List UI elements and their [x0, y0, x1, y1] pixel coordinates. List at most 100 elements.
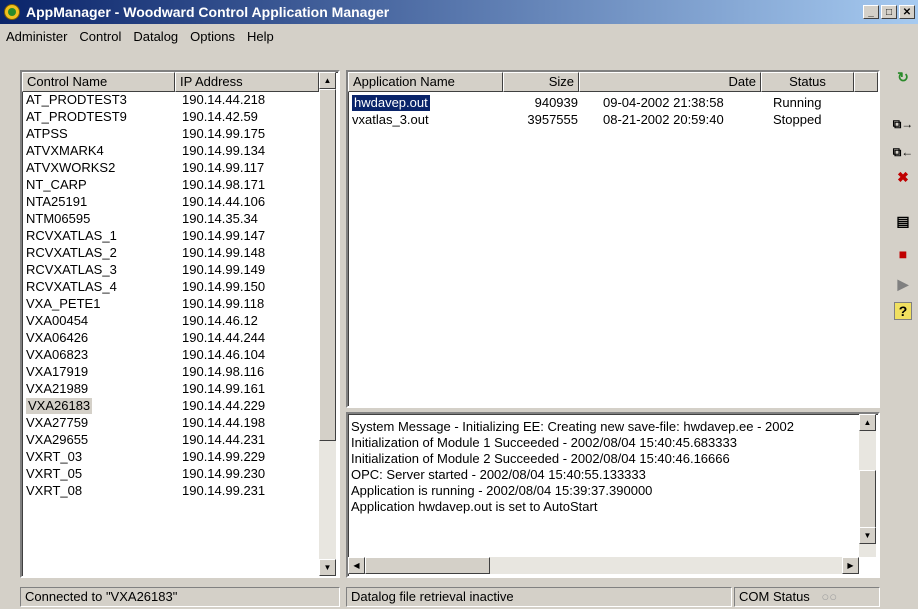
ip-address-cell[interactable]: 190.14.99.147 — [182, 228, 265, 244]
column-header-status[interactable]: Status — [761, 72, 854, 92]
ip-address-cell[interactable]: 190.14.44.198 — [182, 415, 265, 431]
message-log-vscroll[interactable]: ▲ ▼ — [859, 414, 876, 557]
control-name-cell[interactable]: RCVXATLAS_4 — [26, 279, 117, 295]
ip-address-cell[interactable]: 190.14.44.231 — [182, 432, 265, 448]
control-name-cell[interactable]: ATPSS — [26, 126, 68, 142]
ip-address-cell[interactable]: 190.14.99.175 — [182, 126, 265, 142]
menu-options[interactable]: Options — [184, 29, 241, 44]
ip-address-cell[interactable]: 190.14.44.244 — [182, 330, 265, 346]
ip-address-cell[interactable]: 190.14.35.34 — [182, 211, 258, 227]
minimize-button[interactable]: _ — [863, 5, 879, 19]
ip-address-cell[interactable]: 190.14.98.116 — [182, 364, 264, 380]
control-name-cell[interactable]: VXA06426 — [26, 330, 88, 346]
scroll-up-button[interactable]: ▲ — [859, 414, 876, 431]
control-name-cell[interactable]: VXA27759 — [26, 415, 88, 431]
scroll-thumb[interactable] — [319, 89, 336, 441]
upload-application-icon[interactable]: ⧉→ — [892, 113, 914, 135]
application-date-cell[interactable]: 08-21-2002 20:59:40 — [603, 112, 724, 128]
control-name-cell[interactable]: VXA00454 — [26, 313, 88, 329]
scroll-right-button[interactable]: ▶ — [842, 557, 859, 574]
title-bar: AppManager - Woodward Control Applicatio… — [0, 0, 918, 24]
ip-address-cell[interactable]: 190.14.44.218 — [182, 92, 265, 108]
application-name-cell[interactable]: hwdavep.out — [351, 94, 431, 112]
help-icon[interactable]: ? — [894, 302, 912, 320]
application-size-cell[interactable]: 3957555 — [508, 112, 578, 128]
window-title: AppManager - Woodward Control Applicatio… — [26, 4, 390, 20]
status-connection: Connected to "VXA26183" — [20, 587, 340, 607]
message-log-hscroll[interactable]: ◀ ▶ — [348, 557, 859, 574]
ip-address-cell[interactable]: 190.14.98.171 — [182, 177, 265, 193]
column-header-date[interactable]: Date — [579, 72, 761, 92]
application-size-cell[interactable]: 940939 — [508, 95, 578, 111]
application-list[interactable]: Application Name Size Date Status hwdave… — [346, 70, 880, 408]
scroll-down-button[interactable]: ▼ — [859, 527, 876, 544]
control-name-cell[interactable]: VXA06823 — [26, 347, 88, 363]
control-name-cell[interactable]: NT_CARP — [26, 177, 87, 193]
ip-address-cell[interactable]: 190.14.44.229 — [182, 398, 265, 414]
application-status-cell[interactable]: Stopped — [773, 112, 821, 128]
ip-address-cell[interactable]: 190.14.42.59 — [182, 109, 258, 125]
control-name-cell[interactable]: ATVXWORKS2 — [26, 160, 115, 176]
ip-address-cell[interactable]: 190.14.99.161 — [182, 381, 265, 397]
menu-administer[interactable]: Administer — [0, 29, 73, 44]
ip-address-cell[interactable]: 190.14.44.106 — [182, 194, 265, 210]
menu-datalog[interactable]: Datalog — [127, 29, 184, 44]
ip-address-cell[interactable]: 190.14.99.149 — [182, 262, 265, 278]
column-header-size[interactable]: Size — [503, 72, 579, 92]
control-name-cell[interactable]: RCVXATLAS_1 — [26, 228, 117, 244]
menu-control[interactable]: Control — [73, 29, 127, 44]
ip-address-cell[interactable]: 190.14.99.231 — [182, 483, 265, 499]
download-application-icon[interactable]: ⧉← — [892, 141, 914, 163]
maximize-button[interactable]: □ — [881, 5, 897, 19]
column-header-ip-address[interactable]: IP Address — [175, 72, 319, 92]
control-list[interactable]: Control Name IP Address AT_PRODTEST3 190.… — [20, 70, 340, 578]
close-button[interactable]: ✕ — [899, 5, 915, 19]
application-date-cell[interactable]: 09-04-2002 21:38:58 — [603, 95, 724, 111]
menu-bar: Administer Control Datalog Options Help — [0, 26, 280, 46]
control-name-cell[interactable]: AT_PRODTEST9 — [26, 109, 127, 125]
start-icon[interactable]: ▶ — [892, 273, 914, 295]
column-header-control-name[interactable]: Control Name — [22, 72, 175, 92]
column-header-application-name[interactable]: Application Name — [348, 72, 503, 92]
control-name-cell[interactable]: RCVXATLAS_3 — [26, 262, 117, 278]
ip-address-cell[interactable]: 190.14.99.229 — [182, 449, 265, 465]
ip-address-cell[interactable]: 190.14.99.134 — [182, 143, 265, 159]
stop-icon[interactable]: ■ — [892, 243, 914, 265]
application-status-cell[interactable]: Running — [773, 95, 821, 111]
scroll-up-button[interactable]: ▲ — [319, 72, 336, 89]
refresh-icon[interactable]: ↻ — [892, 66, 914, 88]
control-name-cell[interactable]: VXA17919 — [26, 364, 88, 380]
control-name-cell[interactable]: VXRT_03 — [26, 449, 82, 465]
control-name-cell[interactable]: RCVXATLAS_2 — [26, 245, 117, 261]
scroll-down-button[interactable]: ▼ — [319, 559, 336, 576]
control-name-cell[interactable]: VXRT_05 — [26, 466, 82, 482]
scroll-thumb[interactable] — [365, 557, 490, 574]
control-name-cell[interactable]: NTA25191 — [26, 194, 87, 210]
ip-address-cell[interactable]: 190.14.46.12 — [182, 313, 258, 329]
message-log[interactable]: System Message - Initializing EE: Creati… — [346, 412, 880, 578]
com-indicator-icon: ○○ — [821, 589, 838, 604]
control-name-cell[interactable]: VXA29655 — [26, 432, 88, 448]
control-list-scrollbar[interactable]: ▲ ▼ — [319, 72, 336, 576]
properties-icon[interactable]: ▤ — [892, 210, 914, 232]
control-name-cell[interactable]: NTM06595 — [26, 211, 90, 227]
ip-address-cell[interactable]: 190.14.99.118 — [182, 296, 264, 312]
control-name-cell[interactable]: VXRT_08 — [26, 483, 82, 499]
status-datalog: Datalog file retrieval inactive — [346, 587, 732, 607]
ip-address-cell[interactable]: 190.14.99.150 — [182, 279, 265, 295]
control-name-cell[interactable]: ATVXMARK4 — [26, 143, 104, 159]
application-name-cell[interactable]: vxatlas_3.out — [352, 112, 429, 128]
ip-address-cell[interactable]: 190.14.46.104 — [182, 347, 265, 363]
ip-address-cell[interactable]: 190.14.99.117 — [182, 160, 264, 176]
control-name-cell[interactable]: VXA21989 — [26, 381, 88, 397]
log-message: Application hwdavep.out is set to AutoSt… — [351, 499, 598, 514]
ip-address-cell[interactable]: 190.14.99.230 — [182, 466, 265, 482]
ip-address-cell[interactable]: 190.14.99.148 — [182, 245, 265, 261]
scroll-left-button[interactable]: ◀ — [348, 557, 365, 574]
control-name-cell[interactable]: VXA26183 — [26, 398, 93, 414]
control-name-cell[interactable]: AT_PRODTEST3 — [26, 92, 127, 108]
menu-help[interactable]: Help — [241, 29, 280, 44]
delete-application-icon[interactable]: ✖ — [892, 166, 914, 188]
log-message: Initialization of Module 2 Succeeded - 2… — [351, 451, 730, 466]
control-name-cell[interactable]: VXA_PETE1 — [26, 296, 100, 312]
